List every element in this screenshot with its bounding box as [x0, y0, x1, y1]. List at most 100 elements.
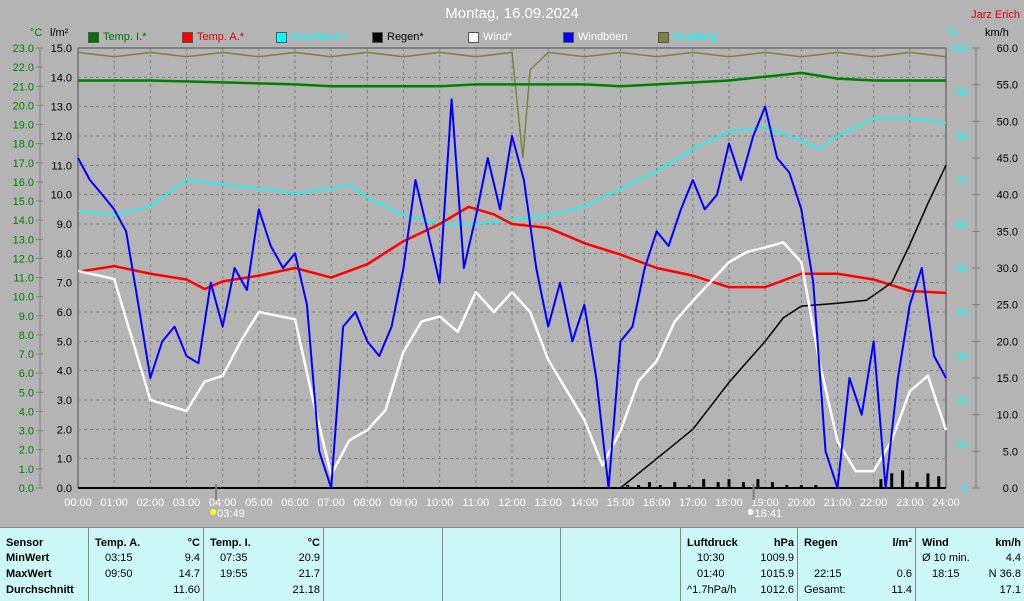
- table-row: 07:35 20.9: [210, 550, 320, 566]
- wind-tick-label: 20.0: [997, 336, 1018, 348]
- x-tick-label: 06:00: [281, 497, 309, 509]
- table-column: [323, 528, 443, 601]
- weather-chart: 0.0 1.0 2.0 3.0 4.0 5.0 6.0 7.0 8.0 9.0 10.0 11.0 12…: [13, 43, 1018, 520]
- table-row: MaxWert: [6, 566, 84, 582]
- wind-tick-label: 35.0: [997, 226, 1018, 238]
- rain-bar: [890, 473, 894, 488]
- x-tick-label: 16:00: [643, 497, 671, 509]
- x-tick-label: 10:00: [426, 497, 454, 509]
- table-cell: 21.7: [298, 568, 320, 580]
- table-cell: 10:30: [697, 552, 725, 564]
- table-cell: Luftdruck: [687, 537, 738, 549]
- x-tick-label: 13:00: [534, 497, 562, 509]
- temp-tick-label: 16.0: [13, 177, 34, 189]
- rain-bar: [716, 482, 720, 488]
- temp-tick-label: 22.0: [13, 62, 34, 74]
- table-row: 01:40 1015.9: [687, 566, 794, 582]
- temp-tick-label: 4.0: [19, 406, 34, 418]
- table-cell: 18:15: [932, 568, 960, 580]
- table-cell: Sensor: [6, 537, 44, 549]
- temp-tick-label: 9.0: [19, 311, 34, 323]
- table-cell: Wind: [922, 537, 949, 549]
- x-tick-label: 05:00: [245, 497, 273, 509]
- rain-bar: [673, 482, 677, 488]
- table-cell: 07:35: [220, 552, 248, 564]
- temp-tick-label: 14.0: [13, 215, 34, 227]
- rain-tick-label: 6.0: [57, 307, 72, 319]
- wind-tick-label: 10.0: [997, 410, 1018, 422]
- table-row: MinWert: [6, 550, 84, 566]
- table-row: 22:15 0.6: [804, 566, 912, 582]
- table-cell: N 36.8: [988, 568, 1021, 580]
- table-column: Luftdruck hPa 10:30 1009.9 01:40 1015.9 ^1.7hP…: [680, 528, 798, 601]
- table-cell: Durchschnitt: [6, 584, 74, 596]
- table-cell: 0.6: [896, 568, 912, 580]
- rain-tick-label: 0.0: [57, 483, 72, 495]
- table-row: Durchschnitt: [6, 582, 84, 598]
- temp-tick-label: 5.0: [19, 387, 34, 399]
- table-cell: Ø 10 min.: [922, 552, 970, 564]
- x-tick-label: 17:00: [679, 497, 707, 509]
- rain-tick-label: 13.0: [51, 102, 72, 114]
- table-column: Regen l/m² 22:15 0.6 Gesamt: 11.4: [797, 528, 916, 601]
- rain-bar: [879, 479, 883, 488]
- table-row: Gesamt: 11.4: [804, 582, 912, 598]
- x-tick-label: 08:00: [354, 497, 382, 509]
- temp-tick-label: 3.0: [19, 426, 34, 438]
- rain-bar: [814, 485, 818, 488]
- sunrise-icon: [210, 509, 217, 515]
- humidity-tick-label: 90: [956, 87, 968, 99]
- rain-bar: [915, 482, 919, 488]
- humidity-tick-label: 40: [956, 307, 968, 319]
- rain-bar: [637, 485, 641, 488]
- table-cell: 1009.9: [760, 552, 794, 564]
- table-cell: 19:55: [220, 568, 248, 580]
- wind-tick-label: 25.0: [997, 300, 1018, 312]
- temp-tick-label: 11.0: [13, 273, 34, 285]
- rain-tick-label: 4.0: [57, 366, 72, 378]
- temp-tick-label: 19.0: [13, 120, 34, 132]
- rain-tick-label: 11.0: [51, 160, 72, 172]
- table-row: 18:15 N 36.8: [922, 566, 1021, 582]
- table-row: ^1.7hPa/h 1012.6: [687, 582, 794, 598]
- temp-tick-label: 0.0: [19, 483, 34, 495]
- table-cell: Regen: [804, 537, 838, 549]
- table-column: Temp. A. °C 03:15 9.4 09:50 14.7 11.60: [88, 528, 204, 601]
- rain-tick-label: 9.0: [57, 219, 72, 231]
- wind-tick-label: 60.0: [997, 43, 1018, 55]
- table-row: 09:50 14.7: [95, 566, 200, 582]
- table-cell: MaxWert: [6, 568, 52, 580]
- rain-bar: [756, 479, 760, 488]
- temp-tick-label: 15.0: [13, 196, 34, 208]
- temp-tick-label: 8.0: [19, 330, 34, 342]
- x-tick-label: 01:00: [100, 497, 128, 509]
- table-cell: °C: [307, 537, 320, 549]
- x-tick-label: 15:00: [607, 497, 635, 509]
- temp-tick-label: 18.0: [13, 139, 34, 151]
- rain-bar: [647, 482, 651, 488]
- table-row: [804, 550, 912, 566]
- wind-tick-label: 5.0: [1003, 446, 1018, 458]
- rain-tick-label: 7.0: [57, 278, 72, 290]
- table-cell: l/m²: [892, 537, 912, 549]
- table-cell: Temp. I.: [210, 537, 251, 549]
- table-row: Wind km/h: [922, 535, 1021, 551]
- rain-tick-label: 2.0: [57, 424, 72, 436]
- x-tick-label: 14:00: [571, 497, 599, 509]
- table-row: Ø 10 min. 4.4: [922, 550, 1021, 566]
- x-tick-label: 03:00: [173, 497, 201, 509]
- table-cell: 4.4: [1005, 552, 1021, 564]
- table-cell: 1012.6: [760, 584, 794, 596]
- x-tick-label: 21:00: [824, 497, 852, 509]
- table-cell: 11.4: [891, 584, 912, 596]
- temp-tick-label: 12.0: [13, 253, 34, 265]
- rain-bar: [901, 470, 905, 488]
- x-tick-label: 02:00: [137, 497, 165, 509]
- table-cell: MinWert: [6, 552, 50, 564]
- rain-bar: [626, 485, 630, 488]
- table-cell: km/h: [995, 537, 1021, 549]
- humidity-tick-label: 20: [956, 395, 968, 407]
- table-row: 11.60: [95, 582, 200, 598]
- rain-tick-label: 1.0: [57, 454, 72, 466]
- marker-label: 03:49: [217, 508, 245, 520]
